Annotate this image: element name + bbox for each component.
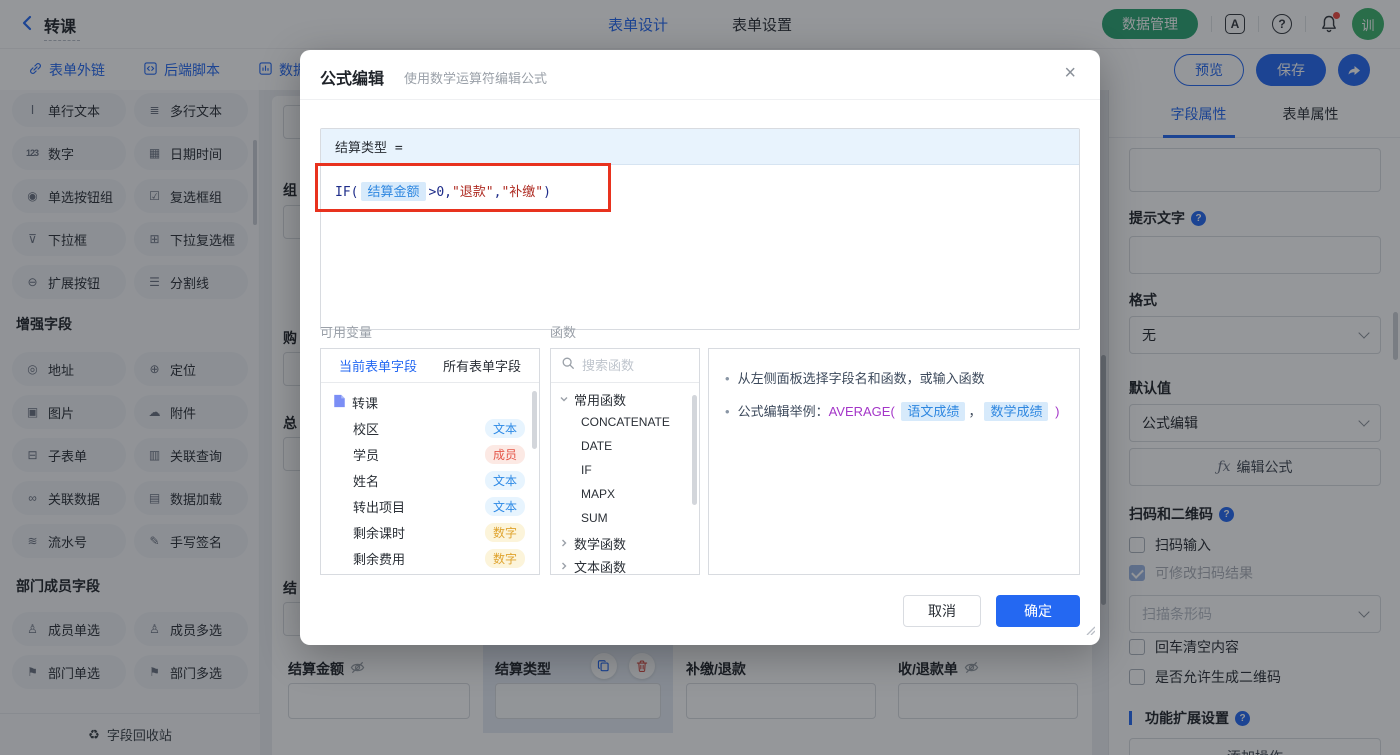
example-function: AVERAGE( bbox=[829, 404, 895, 419]
functions-scrollbar[interactable] bbox=[692, 395, 697, 505]
type-badge: 数字 bbox=[485, 523, 525, 542]
function-search[interactable] bbox=[551, 349, 699, 383]
variable-row[interactable]: 转出项目文本 bbox=[321, 493, 539, 519]
bullet: • bbox=[725, 369, 730, 389]
function-group-math[interactable]: 数学函数 bbox=[559, 534, 626, 553]
variable-row[interactable]: 姓名文本 bbox=[321, 467, 539, 493]
example-field-chip: 数学成绩 bbox=[984, 402, 1048, 421]
form-node[interactable]: 转课 bbox=[321, 389, 539, 415]
variables-panel: 当前表单字段 所有表单字段 转课 校区文本 学员成员 姓名文本 转出项目文本 剩… bbox=[320, 348, 540, 575]
chevron-down-icon bbox=[559, 392, 569, 407]
function-group-common[interactable]: 常用函数 bbox=[559, 390, 626, 409]
modal-subtitle: 使用数学运算符编辑公式 bbox=[404, 68, 547, 87]
formula-edit-modal: 公式编辑 使用数学运算符编辑公式 × 结算类型 = IF(结算金额>0,"退款"… bbox=[300, 50, 1100, 645]
document-icon bbox=[333, 394, 346, 411]
tab-current-form-fields[interactable]: 当前表单字段 bbox=[339, 356, 417, 375]
functions-section-label: 函数 bbox=[550, 322, 576, 341]
type-badge: 文本 bbox=[485, 471, 525, 490]
formula-target: 结算类型 = bbox=[321, 129, 1079, 165]
variable-row[interactable]: 校区文本 bbox=[321, 415, 539, 441]
functions-panel: 常用函数 CONCATENATE DATE IF MAPX SUM 数学函数 文… bbox=[550, 348, 700, 575]
formula-string: "退款" bbox=[452, 185, 494, 200]
tab-all-form-fields[interactable]: 所有表单字段 bbox=[443, 356, 521, 375]
function-item[interactable]: IF bbox=[581, 463, 592, 477]
formula-expression[interactable]: IF(结算金额>0,"退款","补缴") bbox=[321, 165, 1079, 216]
tip-line-1: 从左侧面板选择字段名和函数，或输入函数 bbox=[738, 369, 985, 389]
modal-title: 公式编辑 bbox=[320, 65, 384, 89]
function-item[interactable]: CONCATENATE bbox=[581, 415, 670, 429]
variables-section-label: 可用变量 bbox=[320, 322, 372, 341]
chevron-right-icon bbox=[559, 536, 569, 551]
type-badge: 文本 bbox=[485, 419, 525, 438]
bullet: • bbox=[725, 402, 730, 422]
variable-row[interactable]: 剩余课时数字 bbox=[321, 519, 539, 545]
tip-line-2: 公式编辑举例：AVERAGE( 语文成绩，数学成绩 ) bbox=[738, 402, 1060, 422]
function-item[interactable]: DATE bbox=[581, 439, 612, 453]
function-search-input[interactable] bbox=[582, 358, 682, 373]
resize-handle[interactable] bbox=[1085, 622, 1095, 640]
chevron-right-icon bbox=[559, 559, 569, 574]
cancel-button[interactable]: 取消 bbox=[903, 595, 981, 627]
search-icon bbox=[561, 356, 575, 375]
confirm-button[interactable]: 确定 bbox=[996, 595, 1080, 627]
formula-field-chip[interactable]: 结算金额 bbox=[361, 182, 425, 201]
type-badge: 成员 bbox=[485, 445, 525, 464]
variable-row[interactable]: 剩余费用数字 bbox=[321, 545, 539, 571]
type-badge: 文本 bbox=[485, 497, 525, 516]
function-item[interactable]: MAPX bbox=[581, 487, 615, 501]
close-icon[interactable]: × bbox=[1064, 63, 1076, 83]
example-field-chip: 语文成绩 bbox=[901, 402, 965, 421]
function-item[interactable]: SUM bbox=[581, 511, 608, 525]
modal-header: 公式编辑 使用数学运算符编辑公式 × bbox=[300, 50, 1100, 100]
formula-string: "补缴" bbox=[501, 185, 543, 200]
formula-editor[interactable]: 结算类型 = IF(结算金额>0,"退款","补缴") bbox=[320, 128, 1080, 330]
formula-keyword: IF( bbox=[335, 185, 358, 200]
app-screen: 转课 表单设计 表单设置 数据管理 A ? 训 表单外链 bbox=[0, 0, 1400, 755]
variables-scrollbar[interactable] bbox=[532, 391, 537, 449]
tips-panel: • 从左侧面板选择字段名和函数，或输入函数 • 公式编辑举例：AVERAGE( … bbox=[708, 348, 1080, 575]
type-badge: 数字 bbox=[485, 549, 525, 568]
variable-row[interactable]: 学员成员 bbox=[321, 441, 539, 467]
function-group-text[interactable]: 文本函数 bbox=[559, 557, 626, 575]
